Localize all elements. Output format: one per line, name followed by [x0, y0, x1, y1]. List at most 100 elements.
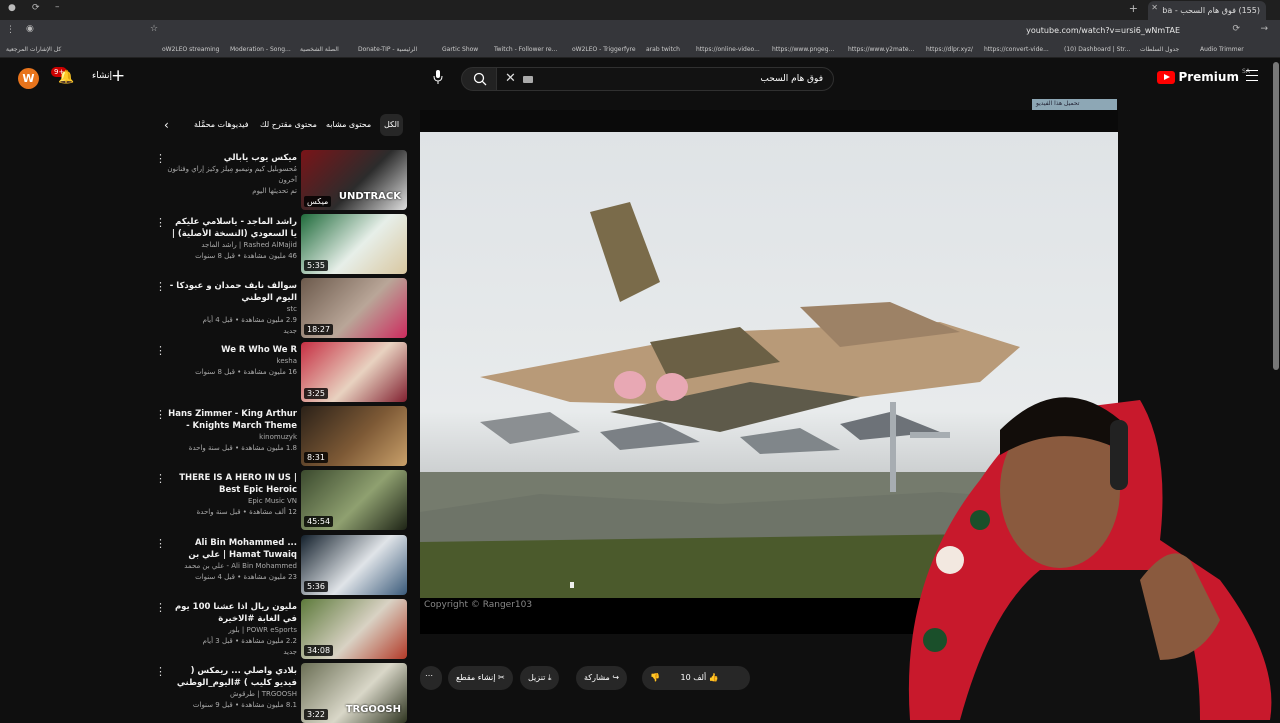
list-item[interactable]: ⋮ THERE IS A HERO IN US | Best Epic Heroi… — [155, 470, 407, 530]
video-title[interactable]: راشد الماجد - ياسلامي عليكم يا السعودي (… — [167, 216, 297, 240]
minimize-icon[interactable]: – — [55, 2, 60, 12]
bookmark-item[interactable]: https://convert-vide... — [984, 46, 1049, 53]
bookmark-item[interactable]: (10) Dashboard | Str... — [1064, 46, 1130, 53]
bookmark-item[interactable]: https://www.y2mate... — [848, 46, 914, 53]
channel-name[interactable]: Epic Music VN — [167, 496, 297, 507]
channel-name[interactable]: stc — [167, 304, 297, 315]
bookmark-item[interactable]: Gartic Show — [442, 46, 478, 53]
menu-icon[interactable]: ⋮ — [6, 25, 15, 35]
video-title[interactable]: THERE IS A HERO IN US | Best Epic Heroic… — [167, 472, 297, 496]
address-bar[interactable]: ⋮ ◉ ☆ youtube.com/watch?v=ursi6_wNmTAE ⟳… — [0, 20, 1280, 42]
list-item[interactable]: ⋮ ميكس يوب يابالي مُحسوبليل كيم ونيمبو مِي… — [155, 150, 407, 210]
video-thumbnail[interactable]: 34:08 — [301, 599, 407, 659]
video-title[interactable]: ميكس يوب يابالي — [167, 152, 297, 164]
video-title[interactable]: مليون ريال اذا عشنا 100 يوم في الغابة #ا… — [167, 601, 297, 625]
channel-name[interactable]: kinomuzyk — [167, 432, 297, 443]
video-text: راشد الماجد - ياسلامي عليكم يا السعودي (… — [167, 216, 297, 262]
bookmark-item[interactable]: https://online-video... — [696, 46, 760, 53]
share-button[interactable]: مشاركة ↪ — [576, 666, 628, 690]
more-options-icon[interactable]: ⋮ — [155, 216, 166, 229]
bookmark-item[interactable]: جدول السلطات — [1140, 46, 1179, 53]
more-options-icon[interactable]: ⋮ — [155, 601, 166, 614]
video-thumbnail[interactable]: 5:35 — [301, 214, 407, 274]
channel-name[interactable]: POWR eSports | بلور — [167, 625, 297, 636]
list-item[interactable]: ⋮ راشد الماجد - ياسلامي عليكم يا السعودي … — [155, 214, 407, 274]
video-thumbnail[interactable]: 45:54 — [301, 470, 407, 530]
create-plus-icon[interactable]: + — [111, 66, 125, 86]
reload-icon[interactable]: ⟳ — [32, 3, 40, 13]
download-button[interactable]: تنزيل ⤓ — [520, 666, 560, 690]
more-actions-button[interactable]: ⋯ — [420, 666, 442, 690]
reload-page-icon[interactable]: ⟳ — [1232, 24, 1240, 34]
bookmark-item[interactable]: كل الإشارات المرجعية — [6, 46, 61, 53]
back-icon[interactable]: → — [1260, 24, 1268, 34]
channel-name[interactable]: kesha — [167, 356, 297, 367]
bookmark-item[interactable]: oW2LEO - Triggerfyre — [572, 46, 636, 53]
bookmark-item[interactable]: Moderation - Song... — [230, 46, 291, 53]
bookmark-item[interactable]: Twitch - Follower re... — [494, 46, 557, 53]
list-item[interactable]: ⋮ بلادي واصلي ... ريمكس ( فيديو كليب ) #ا… — [155, 663, 407, 723]
video-thumbnail[interactable]: 8:31 — [301, 406, 407, 466]
keyboard-icon[interactable] — [523, 76, 533, 83]
more-options-icon[interactable]: ⋮ — [155, 665, 166, 678]
chip-recommended[interactable]: محتوى مقترح لك — [256, 114, 321, 136]
download-overlay-button[interactable]: تحميل هذا الفيديو — [1032, 99, 1117, 110]
video-thumbnail[interactable]: 3:25 — [301, 342, 407, 402]
bookmark-item[interactable]: Audio Trimmer — [1200, 46, 1244, 53]
active-tab[interactable]: (155) فوق هام السحب - ba — [1148, 1, 1266, 20]
new-tab-icon[interactable]: + — [1129, 2, 1138, 15]
youtube-logo[interactable]: Premium SA — [1157, 68, 1250, 84]
video-thumbnail[interactable]: UNDTRACK ميكس — [301, 150, 407, 210]
video-title[interactable]: بلادي واصلي ... ريمكس ( فيديو كليب ) #ال… — [167, 665, 297, 689]
dislike-icon[interactable]: 👎 — [650, 673, 660, 682]
bookmark-star-icon[interactable]: ☆ — [150, 24, 158, 34]
bookmark-item[interactable]: الصلة الشخصية — [300, 46, 339, 53]
clip-button[interactable]: إنشاء مقطع ✂ — [448, 666, 513, 690]
like-icon[interactable]: 👍 — [709, 673, 719, 682]
channel-name[interactable]: مُحسوبليل كيم ونيمبو مِيلز وكيز إراي وفن… — [167, 164, 297, 186]
video-text: Ali Bin Mohammed ... Hamat Tuwaiq | علي … — [167, 537, 297, 583]
video-thumbnail[interactable]: TRGOOSH 3:22 — [301, 663, 407, 723]
search-button[interactable] — [461, 67, 497, 91]
hamburger-menu-icon[interactable] — [1246, 70, 1258, 81]
more-options-icon[interactable]: ⋮ — [155, 344, 166, 357]
create-label[interactable]: إنشاء — [92, 71, 112, 81]
tab-close-icon[interactable]: ✕ — [1151, 3, 1158, 12]
bookmark-item[interactable]: arab twitch — [646, 46, 680, 53]
profile-icon[interactable]: ◉ — [26, 24, 34, 34]
video-thumbnail[interactable]: 18:27 — [301, 278, 407, 338]
video-title[interactable]: Ali Bin Mohammed ... Hamat Tuwaiq | علي … — [167, 537, 297, 561]
list-item[interactable]: ⋮ Hans Zimmer - King Arthur - Knights Mar… — [155, 406, 407, 466]
window-menu-icon[interactable]: ● — [8, 3, 16, 13]
list-item[interactable]: ⋮ مليون ريال اذا عشنا 100 يوم في الغابة #… — [155, 599, 407, 659]
channel-name[interactable]: TRGOOSH | طرقوش — [167, 689, 297, 700]
scrollbar-thumb[interactable] — [1273, 62, 1279, 370]
url-text[interactable]: youtube.com/watch?v=ursi6_wNmTAE — [1026, 26, 1180, 35]
more-options-icon[interactable]: ⋮ — [155, 152, 166, 165]
more-options-icon[interactable]: ⋮ — [155, 472, 166, 485]
bell-icon[interactable]: 🔔 — [58, 70, 74, 85]
bookmark-item[interactable]: https://www.pngeg... — [772, 46, 834, 53]
avatar[interactable]: W — [18, 68, 39, 89]
list-item[interactable]: ⋮ سوالف نايف حمدان و عبودكا - اليوم الوطن… — [155, 278, 407, 338]
channel-name[interactable]: Rashed AlMajid | راشد الماجد — [167, 240, 297, 251]
chip-related[interactable]: محتوى مشابه — [322, 114, 375, 136]
chip-all[interactable]: الكل — [380, 114, 404, 136]
video-title[interactable]: سوالف نايف حمدان و عبودكا - اليوم الوطني — [167, 280, 297, 304]
video-title[interactable]: We R Who We R — [167, 344, 297, 356]
clear-search-icon[interactable]: ✕ — [505, 71, 516, 86]
chip-uploaded[interactable]: فيديوهات محمَّلة — [190, 114, 253, 136]
more-options-icon[interactable]: ⋮ — [155, 408, 166, 421]
list-item[interactable]: ⋮ We R Who We Rkesha 16 مليون مشاهدة • قبل… — [155, 342, 407, 402]
search-input[interactable]: ✕ فوق هام السحب — [496, 67, 834, 91]
channel-name[interactable]: Ali Bin Mohammed - علي بن محمد — [167, 561, 297, 572]
bookmark-item[interactable]: Donate-TIP - الرئيسية — [358, 46, 417, 53]
list-item[interactable]: ⋮ Ali Bin Mohammed ... Hamat Tuwaiq | علي… — [155, 535, 407, 595]
more-options-icon[interactable]: ⋮ — [155, 537, 166, 550]
video-thumbnail[interactable]: 5:36 — [301, 535, 407, 595]
microphone-icon[interactable] — [433, 70, 443, 84]
bookmark-item[interactable]: https://dlpr.xyz/ — [926, 46, 973, 53]
video-title[interactable]: Hans Zimmer - King Arthur - Knights Marc… — [167, 408, 297, 432]
bookmark-item[interactable]: oW2LEO streaming — [162, 46, 220, 53]
more-options-icon[interactable]: ⋮ — [155, 280, 166, 293]
